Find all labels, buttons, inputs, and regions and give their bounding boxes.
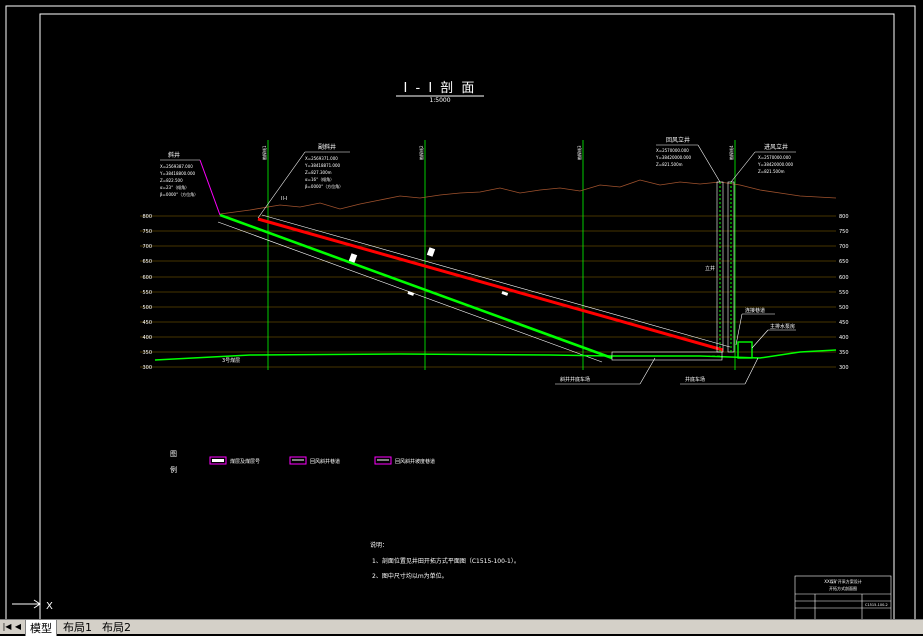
tab-nav: |◀ ◀ [2, 622, 23, 632]
svg-text:300: 300 [142, 365, 152, 371]
svg-text:Z=822.500: Z=822.500 [160, 178, 183, 183]
main-incline-shaft [257, 217, 724, 352]
svg-text:300: 300 [839, 365, 849, 371]
legend-title-2: 例 [170, 465, 177, 474]
svg-text:斜井: 斜井 [168, 151, 180, 159]
svg-text:700: 700 [839, 244, 849, 250]
bottom-annotations: 斜井井底车场 井底车场 [555, 357, 759, 385]
svg-text:Z=827.300m: Z=827.300m [305, 170, 332, 175]
exploration-lines [267, 140, 736, 370]
inner-frame [39, 13, 895, 621]
svg-text:X=2570000.000: X=2570000.000 [758, 155, 791, 160]
svg-text:1、剖面位置见井田开拓方式平面图（C1515-100-1）。: 1、剖面位置见井田开拓方式平面图（C1515-100-1）。 [372, 557, 520, 565]
section-marker: II-I [281, 196, 287, 202]
svg-text:Y=38420000.000: Y=38420000.000 [655, 155, 692, 160]
svg-text:800: 800 [839, 214, 849, 220]
svg-text:500: 500 [839, 305, 849, 311]
svg-text:X: X [46, 601, 53, 612]
svg-text:500: 500 [142, 305, 152, 311]
svg-text:350: 350 [142, 350, 152, 356]
well-note-return-air: 回风立井 X=2570000.000 Y=38420000.000 Z=821.… [655, 136, 721, 183]
elevation-labels-right: 800 750 700 650 600 550 500 450 400 350 … [839, 214, 849, 371]
svg-text:井底车场: 井底车场 [685, 376, 705, 383]
svg-text:450: 450 [839, 320, 849, 326]
svg-text:Z=821.500m: Z=821.500m [656, 162, 683, 167]
svg-text:勘探线2: 勘探线2 [418, 145, 424, 160]
main-incline-shaft-upper [261, 214, 731, 348]
svg-text:β=0000°（方位角）: β=0000°（方位角） [305, 183, 343, 189]
elevation-labels-left: 800 750 700 650 600 550 500 450 400 350 … [142, 214, 152, 371]
svg-text:700: 700 [142, 244, 152, 250]
tab-prev-icon[interactable]: ◀ [13, 622, 23, 632]
tab-first-icon[interactable]: |◀ [2, 622, 12, 632]
svg-text:Z=821.500m: Z=821.500m [758, 169, 785, 174]
svg-text:600: 600 [839, 275, 849, 281]
svg-text:主排水泵房: 主排水泵房 [770, 323, 795, 330]
svg-text:斜井井底车场: 斜井井底车场 [560, 376, 590, 383]
svg-text:α=23°（倾角）: α=23°（倾角） [160, 184, 189, 190]
drawing-title: I - I 剖 面 [404, 81, 477, 96]
svg-text:说明：: 说明： [370, 541, 388, 549]
svg-text:开拓方式剖面图: 开拓方式剖面图 [829, 585, 857, 591]
svg-text:550: 550 [142, 290, 152, 296]
svg-text:勘探线4: 勘探线4 [728, 145, 734, 160]
svg-text:Y=38418871.000: Y=38418871.000 [304, 163, 341, 168]
svg-text:650: 650 [839, 259, 849, 265]
svg-text:勘探线3: 勘探线3 [576, 145, 582, 160]
svg-text:400: 400 [839, 335, 849, 341]
svg-text:Y=38418800.000: Y=38418800.000 [159, 171, 196, 176]
notes: 说明： 1、剖面位置见井田开拓方式平面图（C1515-100-1）。 2、图中尺… [370, 541, 520, 580]
drawing-scale: 1:5000 [429, 97, 450, 104]
svg-text:450: 450 [142, 320, 152, 326]
svg-text:600: 600 [142, 275, 152, 281]
svg-text:副斜井: 副斜井 [318, 143, 336, 151]
svg-text:Y=38420000.000: Y=38420000.000 [757, 162, 794, 167]
svg-text:X=2570000.000: X=2570000.000 [656, 148, 689, 153]
well-note-incline: 斜井 X=2569387.000 Y=38418800.000 Z=822.50… [159, 151, 221, 216]
secondary-incline-shaft [219, 213, 613, 360]
vertical-shaft-label: 立井 [705, 265, 715, 272]
layout-tabs: |◀ ◀ 模型 布局1 布局2 [0, 618, 923, 636]
outer-frame [5, 5, 916, 624]
svg-text:350: 350 [839, 350, 849, 356]
ucs-icon: X [12, 599, 53, 612]
svg-text:650: 650 [142, 259, 152, 265]
title-block: XX煤矿开采方案设计 开拓方式剖面图 C1515-100-2 [794, 575, 892, 621]
legend-item-1: 煤层及煤层号 [230, 458, 260, 465]
legend-title-1: 图 [170, 450, 177, 458]
coal-seam-label: 3号煤层 [222, 357, 240, 364]
svg-text:X=2569371.000: X=2569371.000 [305, 156, 338, 161]
elevation-grid [140, 215, 836, 368]
svg-text:800: 800 [142, 214, 152, 220]
vertical-shafts [716, 181, 753, 359]
svg-text:连接巷道: 连接巷道 [745, 307, 765, 314]
svg-text:550: 550 [839, 290, 849, 296]
svg-text:XX煤矿开采方案设计: XX煤矿开采方案设计 [824, 578, 861, 584]
svg-text:750: 750 [839, 229, 849, 235]
svg-text:勘探线1: 勘探线1 [261, 145, 267, 160]
legend: 图 例 煤层及煤层号 回风斜井巷道 回风斜井坡度巷道 [170, 450, 435, 474]
svg-text:进风立井: 进风立井 [764, 143, 788, 151]
svg-text:X=2569387.000: X=2569387.000 [160, 164, 193, 169]
svg-text:回风立井: 回风立井 [666, 136, 690, 144]
svg-text:C1515-100-2: C1515-100-2 [865, 603, 888, 607]
well-note-intake-air: 进风立井 X=2570000.000 Y=38420000.000 Z=821.… [730, 143, 796, 183]
legend-item-2: 回风斜井巷道 [310, 458, 340, 465]
svg-text:β=0000°（方位角）: β=0000°（方位角） [160, 191, 198, 197]
svg-text:α=16°（倾角）: α=16°（倾角） [305, 176, 334, 182]
legend-item-3: 回风斜井坡度巷道 [395, 458, 435, 465]
drawing-canvas[interactable]: I - I 剖 面 1:5000 800 750 700 650 600 550… [0, 0, 923, 633]
svg-text:400: 400 [142, 335, 152, 341]
svg-text:750: 750 [142, 229, 152, 235]
svg-text:2、图中尺寸均以m为单位。: 2、图中尺寸均以m为单位。 [372, 572, 448, 580]
